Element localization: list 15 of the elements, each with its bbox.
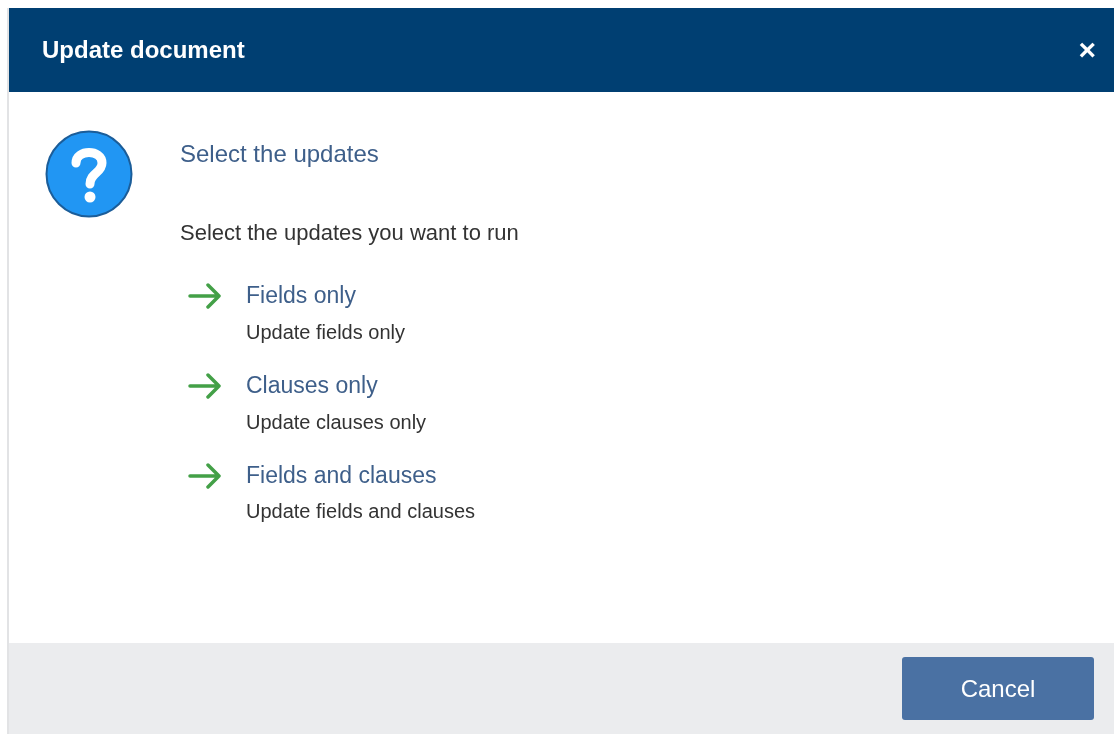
question-icon <box>45 130 133 218</box>
option-link[interactable]: Fields only <box>246 281 405 310</box>
close-button[interactable]: × <box>1074 35 1100 65</box>
arrow-icon <box>188 283 222 309</box>
option-description: Update fields only <box>246 319 405 345</box>
dialog-message: Select the updates you want to run <box>180 219 519 247</box>
cancel-button[interactable]: Cancel <box>902 657 1094 720</box>
option-description: Update fields and clauses <box>246 499 476 525</box>
option-link[interactable]: Fields and clauses <box>246 460 476 490</box>
dialog-title: Update document <box>42 35 245 65</box>
option-description: Update clauses only <box>246 409 427 435</box>
option-link[interactable]: Clauses only <box>246 370 427 400</box>
arrow-icon <box>188 372 222 399</box>
arrow-icon <box>188 462 222 489</box>
dialog-heading: Select the updates <box>180 139 380 169</box>
